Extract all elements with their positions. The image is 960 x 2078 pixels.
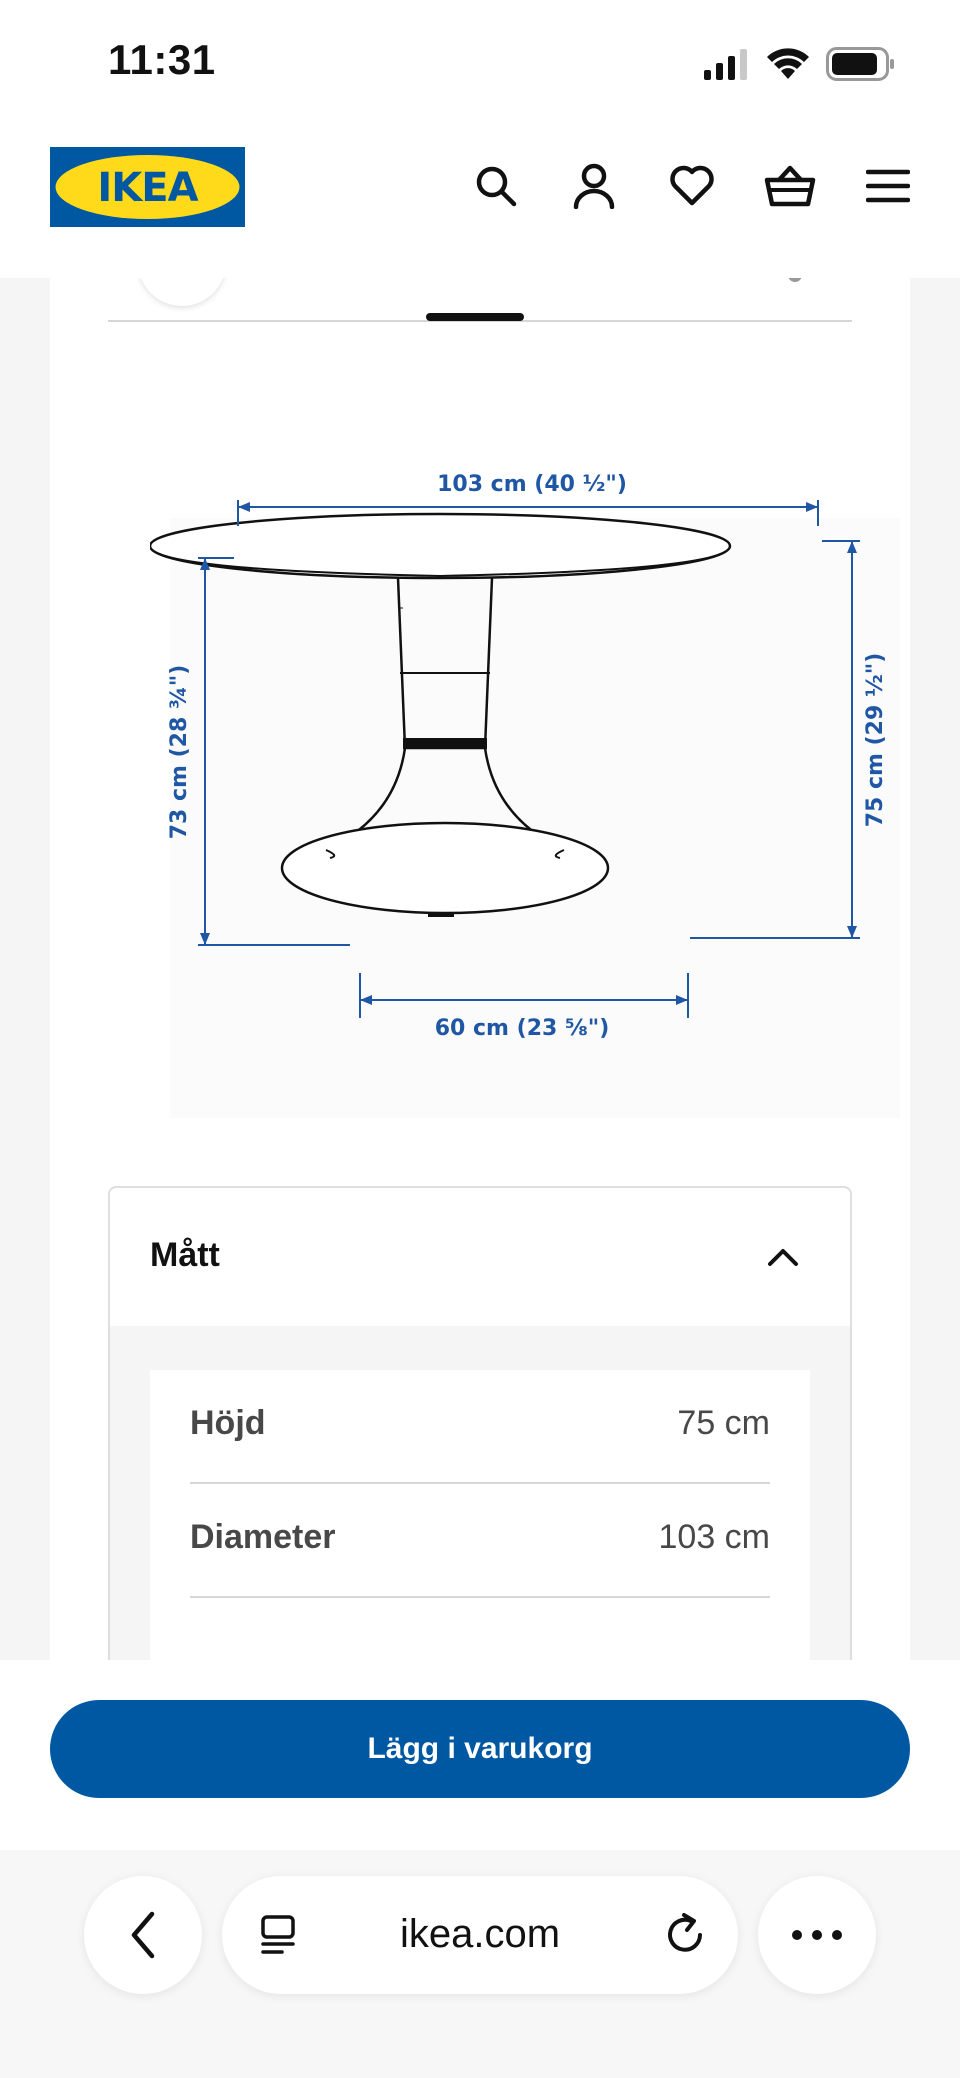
table-base bbox=[280, 821, 610, 915]
svg-text:IKEA: IKEA bbox=[97, 165, 198, 211]
product-content-panel: 103 cm (40 ½") 73 cm (28 ¾") 75 cm (29 ½… bbox=[50, 278, 910, 1660]
dimension-row: Höjd 75 cm bbox=[190, 1370, 770, 1484]
menu-icon[interactable] bbox=[860, 158, 916, 214]
dimensions-list: Höjd 75 cm Diameter 103 cm bbox=[150, 1370, 810, 1660]
right-height-label: 75 cm (29 ½") bbox=[863, 653, 888, 828]
top-width-label: 103 cm (40 ½") bbox=[437, 472, 627, 497]
status-bar: 11:31 bbox=[0, 0, 960, 120]
header-icons bbox=[468, 158, 916, 214]
wifi-icon bbox=[767, 48, 809, 79]
dimension-row: Diameter 103 cm bbox=[190, 1484, 770, 1598]
carousel-position-indicator[interactable] bbox=[426, 313, 524, 321]
dimensions-accordion-header[interactable]: Mått bbox=[110, 1188, 850, 1326]
reload-icon[interactable] bbox=[662, 1912, 708, 1958]
search-icon[interactable] bbox=[468, 158, 524, 214]
base-width-label: 60 cm (23 ⅝") bbox=[435, 1016, 610, 1041]
site-header: IKEA bbox=[0, 120, 960, 278]
left-height-label: 73 cm (28 ¾") bbox=[167, 665, 192, 840]
table-dimension-diagram: 103 cm (40 ½") 73 cm (28 ¾") 75 cm (29 ½… bbox=[150, 472, 900, 1118]
add-to-cart-button[interactable]: Lägg i varukorg bbox=[50, 1700, 910, 1798]
chevron-left-icon bbox=[131, 1911, 155, 1959]
cellular-signal-icon bbox=[704, 49, 747, 80]
dimension-value: 103 cm bbox=[658, 1518, 771, 1556]
battery-icon bbox=[826, 47, 894, 81]
dimensions-title: Mått bbox=[150, 1236, 220, 1274]
chevron-up-icon bbox=[768, 1249, 798, 1266]
dimension-label: Diameter bbox=[190, 1518, 336, 1556]
ikea-logo[interactable]: IKEA bbox=[50, 147, 245, 227]
dimension-value: 75 cm bbox=[677, 1404, 770, 1442]
account-icon[interactable] bbox=[566, 158, 622, 214]
carousel-thumbnail-edge bbox=[788, 278, 802, 282]
browser-back-button[interactable] bbox=[84, 1876, 202, 1994]
status-icons bbox=[702, 44, 896, 84]
dimensions-accordion: Mått Höjd 75 cm Diameter 103 cm bbox=[108, 1186, 852, 1660]
carousel-thumbnail-button[interactable] bbox=[138, 278, 226, 306]
more-dots-icon bbox=[792, 1930, 842, 1940]
browser-toolbar: ikea.com bbox=[0, 1850, 960, 2078]
basket-icon[interactable] bbox=[762, 158, 818, 214]
browser-url: ikea.com bbox=[399, 1912, 561, 1956]
browser-more-button[interactable] bbox=[758, 1876, 876, 1994]
dimension-label: Höjd bbox=[190, 1404, 266, 1442]
browser-address-bar[interactable]: ikea.com bbox=[222, 1876, 738, 1994]
heart-icon[interactable] bbox=[664, 158, 720, 214]
status-time: 11:31 bbox=[108, 36, 216, 83]
